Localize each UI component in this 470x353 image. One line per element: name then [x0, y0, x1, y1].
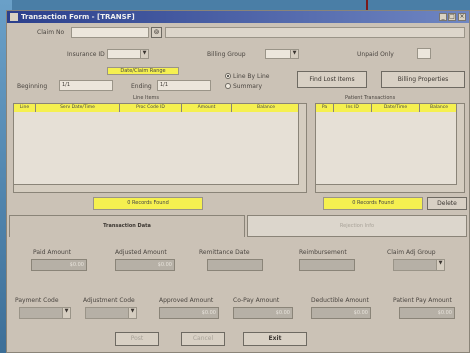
title-bar[interactable]: Transaction Form - [TRANSF] _ □ × — [7, 11, 469, 23]
tab-rejection-info[interactable]: Rejection Info — [247, 215, 467, 237]
exit-button[interactable]: Exit — [243, 332, 307, 346]
chevron-down-icon: ▼ — [128, 308, 136, 318]
beginning-date-input[interactable]: 1/1 — [59, 80, 113, 91]
chevron-down-icon: ▼ — [436, 260, 444, 270]
adjustment-code-label: Adjustment Code — [83, 297, 135, 304]
col-amount[interactable]: Amount — [182, 104, 232, 112]
transaction-window: Transaction Form - [TRANSF] _ □ × Claim … — [6, 10, 470, 353]
col-date-time[interactable]: Date/Time — [372, 104, 420, 112]
chevron-down-icon: ▼ — [140, 50, 148, 58]
close-icon[interactable]: × — [458, 13, 466, 21]
adjustment-code-dropdown[interactable]: ▼ — [85, 307, 137, 319]
remittance-date-field[interactable] — [207, 259, 263, 271]
insurance-id-label: Insurance ID — [67, 51, 105, 58]
chevron-down-icon: ▼ — [62, 308, 70, 318]
patient-transactions-count: 0 Records Found — [323, 197, 423, 210]
adjusted-amount-field[interactable]: $0.00 — [115, 259, 175, 271]
claim-description-field — [165, 27, 465, 38]
co-pay-amount-field[interactable]: $0.00 — [233, 307, 293, 319]
col-pa[interactable]: Pa — [316, 104, 334, 112]
col-balance[interactable]: Balance — [232, 104, 301, 112]
insurance-id-dropdown[interactable]: ▼ — [107, 49, 149, 59]
claim-no-label: Claim No — [37, 29, 65, 36]
col-proc-code[interactable]: Proc Code ID — [120, 104, 182, 112]
billing-properties-button[interactable]: Billing Properties — [381, 71, 465, 88]
unpaid-only-field[interactable] — [417, 48, 431, 59]
summary-radio[interactable] — [225, 83, 231, 89]
line-items-hscroll[interactable] — [14, 184, 299, 192]
paid-amount-field[interactable]: $0.00 — [31, 259, 87, 271]
line-items-group-label: Line Items — [133, 95, 159, 101]
patient-transactions-group-label: Patient Transactions — [345, 95, 396, 101]
beginning-label: Beginning — [17, 83, 48, 90]
minimize-icon[interactable]: _ — [439, 13, 447, 21]
billing-group-label: Billing Group — [207, 51, 246, 58]
reimbursement-field[interactable] — [299, 259, 355, 271]
patient-pay-amount-field[interactable]: $0.00 — [399, 307, 455, 319]
col-ins-id[interactable]: Ins ID — [334, 104, 372, 112]
line-by-line-label: Line By Line — [233, 73, 270, 80]
approved-amount-field[interactable]: $0.00 — [159, 307, 219, 319]
chevron-down-icon: ▼ — [290, 50, 298, 58]
date-range-label: Date/Claim Range — [107, 67, 179, 75]
claim-lookup-button[interactable]: ⊚ — [151, 27, 162, 38]
remittance-date-label: Remittance Date — [199, 249, 250, 256]
claim-adj-group-label: Claim Adj Group — [387, 249, 436, 256]
payment-code-label: Payment Code — [15, 297, 59, 304]
col-pt-balance[interactable]: Balance — [420, 104, 459, 112]
line-items-grid[interactable]: Line Serv Date/Time Proc Code ID Amount … — [13, 103, 307, 193]
reimbursement-label: Reimbursement — [299, 249, 347, 256]
patient-transactions-header: Pa Ins ID Date/Time Balance — [316, 104, 464, 112]
billing-group-dropdown[interactable]: ▼ — [265, 49, 299, 59]
line-by-line-radio[interactable] — [225, 73, 231, 79]
deductible-amount-label: Deductible Amount — [311, 297, 369, 304]
payment-code-dropdown[interactable]: ▼ — [19, 307, 71, 319]
claim-no-input[interactable] — [71, 27, 149, 38]
patient-transactions-hscroll[interactable] — [316, 184, 457, 192]
adjusted-amount-label: Adjusted Amount — [115, 249, 167, 256]
ending-label: Ending — [131, 83, 152, 90]
col-serv-date[interactable]: Serv Date/Time — [36, 104, 120, 112]
co-pay-amount-label: Co-Pay Amount — [233, 297, 280, 304]
cancel-button[interactable]: Cancel — [181, 332, 225, 346]
post-button[interactable]: Post — [115, 332, 159, 346]
summary-label: Summary — [233, 83, 262, 90]
line-items-vscroll[interactable] — [298, 104, 306, 192]
binoculars-icon: ⊚ — [153, 28, 160, 36]
maximize-icon[interactable]: □ — [448, 13, 456, 21]
patient-pay-amount-label: Patient Pay Amount — [393, 297, 452, 304]
deductible-amount-field[interactable]: $0.00 — [311, 307, 371, 319]
ending-date-input[interactable]: 1/1 — [157, 80, 211, 91]
line-items-count: 0 Records Found — [93, 197, 203, 210]
patient-transactions-grid[interactable]: Pa Ins ID Date/Time Balance — [315, 103, 465, 193]
find-lost-items-button[interactable]: Find Lost Items — [297, 71, 367, 88]
line-items-header: Line Serv Date/Time Proc Code ID Amount … — [14, 104, 306, 112]
delete-button[interactable]: Delete — [427, 197, 467, 210]
paid-amount-label: Paid Amount — [33, 249, 71, 256]
unpaid-only-label: Unpaid Only — [357, 51, 394, 58]
app-icon — [10, 13, 18, 21]
claim-adj-group-dropdown[interactable]: ▼ — [393, 259, 445, 271]
tab-transaction-data[interactable]: Transaction Data — [9, 215, 245, 237]
col-line[interactable]: Line — [14, 104, 36, 112]
window-title: Transaction Form - [TRANSF] — [21, 13, 135, 21]
patient-transactions-vscroll[interactable] — [456, 104, 464, 192]
approved-amount-label: Approved Amount — [159, 297, 214, 304]
